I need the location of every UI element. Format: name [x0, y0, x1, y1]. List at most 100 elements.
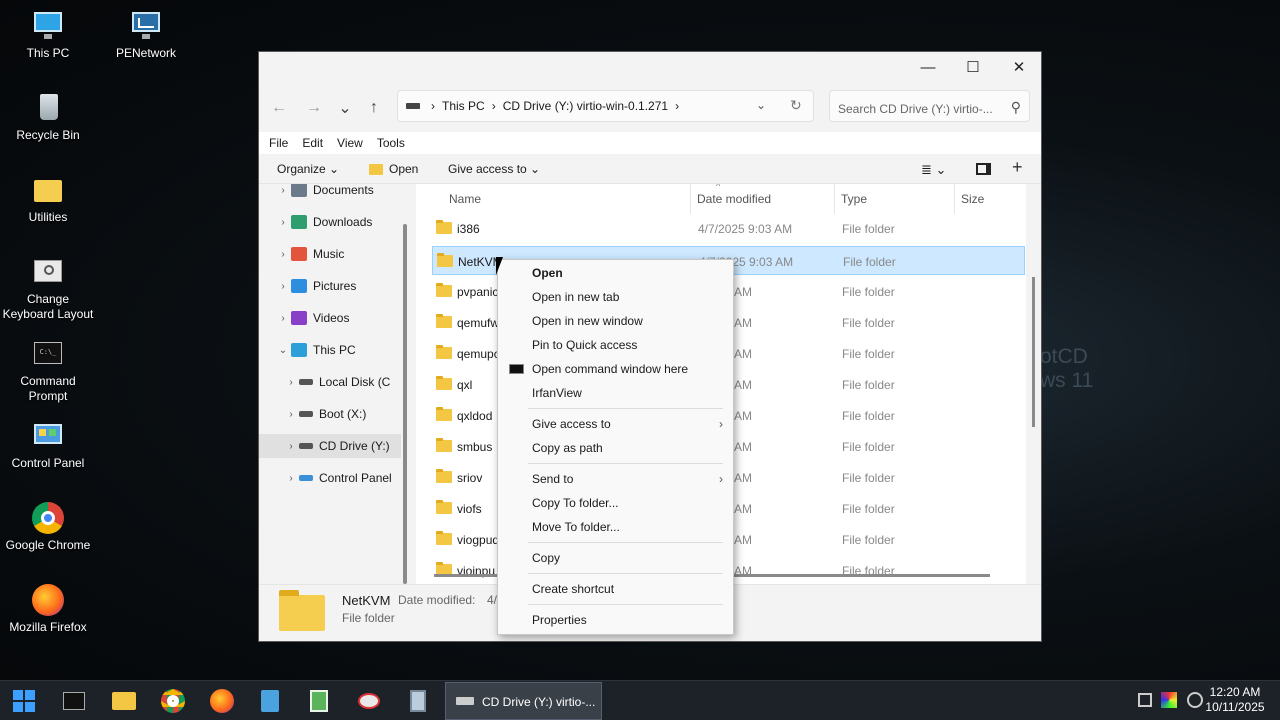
file-type: File folder	[842, 378, 895, 392]
back-button[interactable]: ←	[267, 96, 291, 120]
desktop-icon-this-pc[interactable]: This PC	[0, 10, 96, 61]
context-menu-item[interactable]: Copy To folder...	[498, 491, 733, 515]
column-type[interactable]: Type	[841, 184, 867, 214]
open-button[interactable]: Open	[389, 162, 418, 176]
network-icon[interactable]	[1138, 693, 1152, 707]
refresh-button[interactable]: ↻	[790, 97, 802, 114]
file-name: qxl	[457, 378, 473, 392]
column-size[interactable]: Size	[961, 184, 984, 214]
column-divider[interactable]	[690, 184, 691, 214]
nav-item[interactable]: › Videos	[259, 306, 399, 330]
organize-button[interactable]: Organize ⌄	[277, 162, 339, 176]
expand-chevron-icon[interactable]: ›	[283, 473, 299, 484]
nav-item[interactable]: › Music	[259, 242, 399, 266]
context-menu-label: Give access to	[532, 417, 611, 431]
taskbar-chrome[interactable]	[159, 687, 187, 715]
desktop-icon-change-keyboard-layout[interactable]: Change Keyboard Layout	[0, 256, 96, 322]
context-menu-item[interactable]: Open in new window	[498, 309, 733, 333]
taskbar-paint[interactable]	[355, 687, 383, 715]
context-menu-item[interactable]: Give access to ›	[498, 412, 733, 436]
breadcrumb-cd-drive[interactable]: CD Drive (Y:) virtio-win-0.1.271	[503, 99, 668, 113]
details-type: File folder	[342, 611, 395, 625]
expand-chevron-icon[interactable]: ›	[283, 441, 299, 452]
taskbar-file-explorer[interactable]	[110, 687, 138, 715]
desktop-icon-mozilla-firefox[interactable]: Mozilla Firefox	[0, 584, 96, 635]
expand-chevron-icon[interactable]: ›	[275, 249, 291, 260]
desktop-icon-utilities[interactable]: Utilities	[0, 174, 96, 225]
search-box[interactable]: Search CD Drive (Y:) virtio-... ⚲	[829, 90, 1030, 122]
preview-pane-icon[interactable]	[976, 163, 991, 175]
system-clock[interactable]: 12:20 AM 10/11/2025	[1204, 685, 1266, 715]
menu-tools[interactable]: Tools	[377, 136, 405, 150]
address-dropdown-button[interactable]: ⌄	[756, 98, 766, 112]
context-menu-item[interactable]: Send to ›	[498, 467, 733, 491]
context-menu-item[interactable]: Move To folder...	[498, 515, 733, 539]
context-menu-item[interactable]: Copy	[498, 546, 733, 570]
menu-file[interactable]: File	[269, 136, 288, 150]
expand-chevron-icon[interactable]: ›	[275, 313, 291, 324]
give-access-button[interactable]: Give access to ⌄	[448, 162, 540, 176]
column-date-modified[interactable]: Date modified	[697, 184, 771, 214]
new-button[interactable]: +	[1012, 157, 1023, 178]
color-app-icon[interactable]	[1161, 692, 1177, 708]
nav-item[interactable]: › Boot (X:)	[259, 402, 399, 426]
column-divider[interactable]	[954, 184, 955, 214]
nav-item-label: Pictures	[313, 279, 357, 293]
expand-chevron-icon[interactable]: ›	[283, 409, 299, 420]
expand-chevron-icon[interactable]: ›	[283, 377, 299, 388]
nav-item[interactable]: › Documents	[259, 184, 399, 202]
start-button[interactable]	[10, 687, 38, 715]
context-menu-item[interactable]: Open command window here	[498, 357, 733, 381]
taskbar-calculator[interactable]	[404, 687, 432, 715]
context-menu-item[interactable]: Create shortcut	[498, 577, 733, 601]
column-divider[interactable]	[834, 184, 835, 214]
nav-scrollbar[interactable]	[403, 224, 407, 584]
taskbar-firefox[interactable]	[208, 687, 236, 715]
folder-icon	[436, 500, 452, 514]
context-menu-item[interactable]: Properties	[498, 608, 733, 632]
taskbar-spreadsheet[interactable]	[305, 687, 333, 715]
nav-item[interactable]: ⌄ This PC	[259, 338, 399, 362]
maximize-button[interactable]: ☐	[950, 52, 996, 82]
nav-item[interactable]: › Local Disk (C	[259, 370, 399, 394]
nav-item[interactable]: › Downloads	[259, 210, 399, 234]
context-menu-item[interactable]: IrfanView	[498, 381, 733, 405]
nav-item[interactable]: › Pictures	[259, 274, 399, 298]
nav-item-icon	[291, 311, 307, 325]
settings-toggle-icon[interactable]	[1187, 692, 1203, 708]
recent-locations-button[interactable]: ⌄	[333, 96, 357, 120]
nav-item[interactable]: › CD Drive (Y:)	[259, 434, 401, 458]
forward-button[interactable]: →	[302, 96, 326, 120]
close-button[interactable]: ✕	[996, 52, 1042, 82]
menu-edit[interactable]: Edit	[302, 136, 323, 150]
expand-chevron-icon[interactable]: ⌄	[275, 345, 291, 356]
desktop-icon-control-panel[interactable]: Control Panel	[0, 420, 96, 471]
breadcrumb-this-pc[interactable]: This PC	[442, 99, 485, 113]
taskbar-active-explorer[interactable]: CD Drive (Y:) virtio-...	[445, 682, 602, 720]
taskbar-terminal[interactable]	[60, 687, 88, 715]
desktop-icon-recycle-bin[interactable]: Recycle Bin	[0, 92, 96, 143]
submenu-arrow-icon: ›	[719, 417, 723, 431]
expand-chevron-icon[interactable]: ›	[275, 281, 291, 292]
view-options-button[interactable]: ≣ ⌄	[921, 162, 946, 178]
context-menu-item[interactable]: Copy as path	[498, 436, 733, 460]
column-name[interactable]: Name	[449, 184, 481, 214]
desktop-icon-penetwork[interactable]: PENetwork	[98, 10, 194, 61]
menu-view[interactable]: View	[337, 136, 363, 150]
folder-icon	[436, 438, 452, 452]
minimize-button[interactable]: —	[905, 52, 951, 82]
expand-chevron-icon[interactable]: ›	[275, 185, 291, 196]
file-list-scrollbar[interactable]	[1032, 277, 1035, 427]
context-menu-item[interactable]: Open in new tab	[498, 285, 733, 309]
desktop-icon-command-prompt[interactable]: C:\_ Command Prompt	[0, 338, 96, 404]
file-row[interactable]: i386 4/7/2025 9:03 AM File folder	[432, 214, 1025, 243]
nav-item[interactable]: › Control Panel	[259, 466, 399, 490]
taskbar-notepad[interactable]	[256, 687, 284, 715]
desktop-icon-google-chrome[interactable]: Google Chrome	[0, 502, 96, 553]
up-button[interactable]: ↑	[362, 96, 386, 120]
mouse-cursor-icon	[496, 257, 503, 275]
address-bar[interactable]: › This PC › CD Drive (Y:) virtio-win-0.1…	[397, 90, 814, 122]
context-menu-item[interactable]: Open	[498, 261, 733, 285]
context-menu-item[interactable]: Pin to Quick access	[498, 333, 733, 357]
expand-chevron-icon[interactable]: ›	[275, 217, 291, 228]
